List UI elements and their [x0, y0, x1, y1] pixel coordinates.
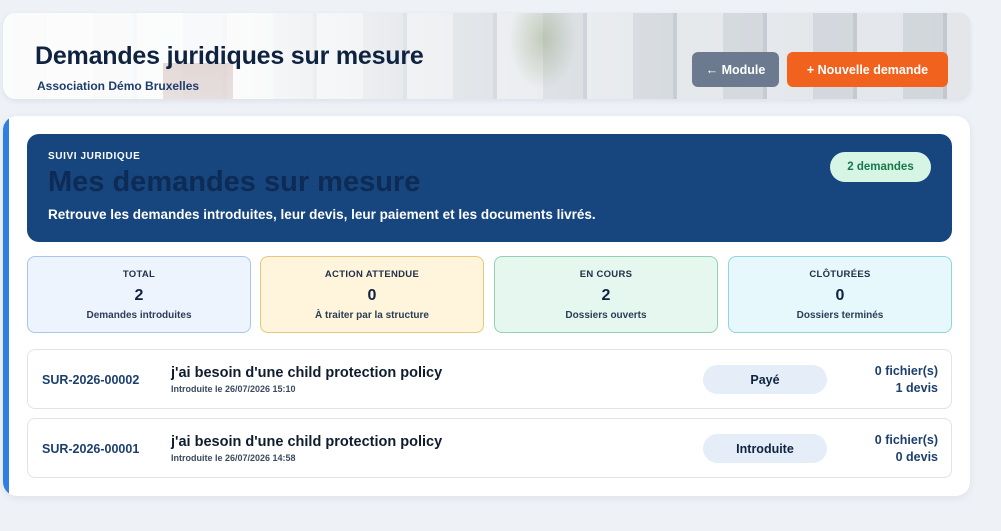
request-file-count: 0 fichier(s)	[874, 364, 938, 378]
hero-banner: SUIVI JURIDIQUE Mes demandes sur mesure …	[27, 134, 952, 242]
header-background-plant	[503, 13, 583, 99]
request-files-summary: 0 fichier(s) 1 devis	[875, 363, 938, 396]
module-back-button[interactable]: ← Module	[692, 52, 779, 87]
stat-card-closed: CLÔTURÉES 0 Dossiers terminés	[728, 256, 952, 333]
request-count-badge: 2 demandes	[830, 152, 931, 182]
stat-label: ACTION ATTENDUE	[324, 269, 420, 280]
stat-value: 2	[134, 287, 144, 304]
request-quote-count: 1 devis	[895, 380, 938, 395]
request-row[interactable]: SUR-2026-00001 j'ai besoin d'une child p…	[27, 418, 952, 478]
request-quote-count: 0 devis	[895, 449, 938, 464]
new-request-button[interactable]: + Nouvelle demande	[787, 52, 948, 87]
stat-card-total: TOTAL 2 Demandes introduites	[27, 256, 251, 333]
hero-title: Mes demandes sur mesure	[48, 166, 421, 198]
stat-value: 2	[601, 287, 611, 304]
stat-label: CLÔTURÉES	[809, 269, 871, 280]
organization-name: Association Démo Bruxelles	[37, 79, 200, 93]
page-title: Demandes juridiques sur mesure	[35, 42, 424, 70]
stat-value: 0	[367, 287, 377, 304]
request-row[interactable]: SUR-2026-00002 j'ai besoin d'une child p…	[27, 349, 952, 409]
stat-caption: Dossiers terminés	[796, 310, 884, 321]
request-status-badge: Introduite	[703, 434, 827, 463]
request-status-badge: Payé	[703, 365, 827, 394]
stat-card-action-expected: ACTION ATTENDUE 0 À traiter par la struc…	[260, 256, 484, 333]
stat-caption: Demandes introduites	[86, 310, 192, 321]
stat-card-in-progress: EN COURS 2 Dossiers ouverts	[494, 256, 718, 333]
hero-kicker: SUIVI JURIDIQUE	[48, 151, 141, 162]
request-date: Introduite le 26/07/2026 14:58	[171, 453, 296, 463]
page-header: Demandes juridiques sur mesure Associati…	[3, 13, 970, 99]
stat-value: 0	[835, 287, 845, 304]
request-files-summary: 0 fichier(s) 0 devis	[875, 432, 938, 465]
request-title[interactable]: j'ai besoin d'une child protection polic…	[171, 365, 442, 381]
stat-label: TOTAL	[122, 269, 156, 280]
request-reference[interactable]: SUR-2026-00002	[42, 373, 139, 387]
stat-caption: À traiter par la structure	[315, 310, 429, 321]
requests-panel: SUIVI JURIDIQUE Mes demandes sur mesure …	[3, 116, 970, 496]
request-title[interactable]: j'ai besoin d'une child protection polic…	[171, 434, 442, 450]
request-file-count: 0 fichier(s)	[874, 433, 938, 447]
request-reference[interactable]: SUR-2026-00001	[42, 442, 139, 456]
stat-label: EN COURS	[579, 269, 633, 280]
stat-caption: Dossiers ouverts	[565, 310, 647, 321]
hero-description: Retrouve les demandes introduites, leur …	[48, 207, 596, 222]
request-date: Introduite le 26/07/2026 15:10	[171, 384, 296, 394]
